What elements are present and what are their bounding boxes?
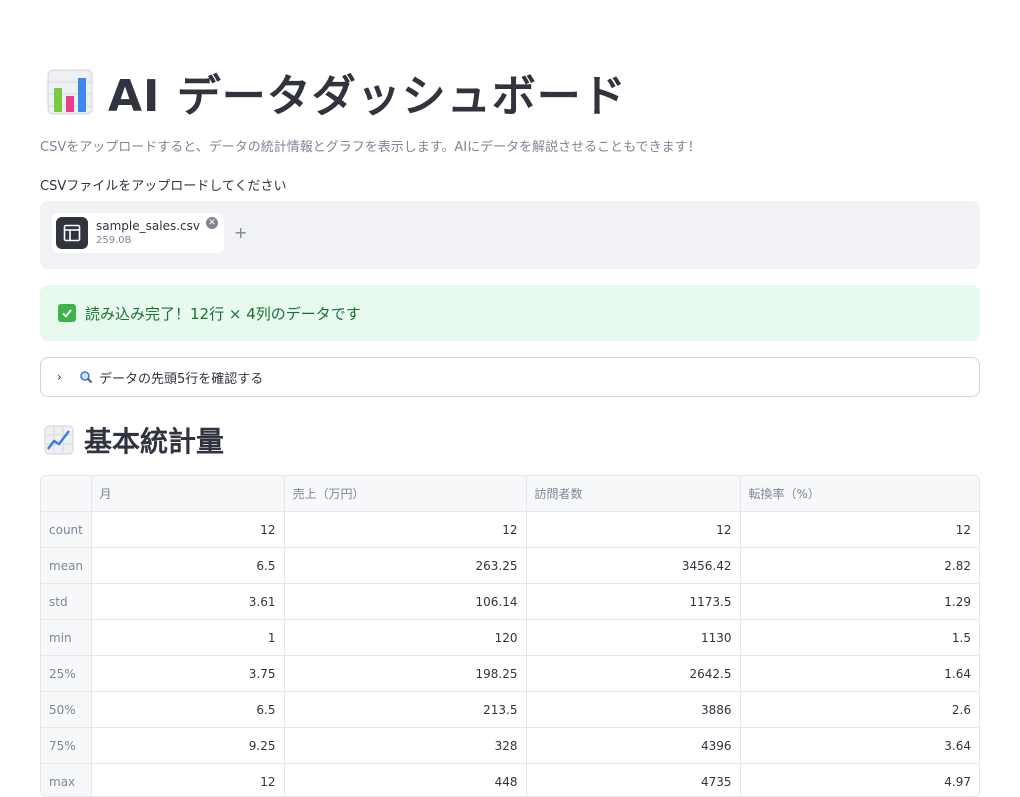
expander-label: データの先頭5行を確認する <box>99 368 263 387</box>
table-cell[interactable]: 120 <box>284 620 526 656</box>
bar-chart-icon <box>46 68 94 116</box>
table-cell[interactable]: 1.5 <box>740 620 979 656</box>
row-label: max <box>41 764 91 797</box>
table-cell[interactable]: 4735 <box>526 764 740 797</box>
stats-table[interactable]: 月 売上（万円） 訪問者数 転換率（%） count 12 12 12 12 m… <box>40 475 980 797</box>
file-uploader-label: CSVファイルをアップロードしてください <box>40 175 286 194</box>
table-cell[interactable]: 1173.5 <box>526 584 740 620</box>
table-cell[interactable]: 1.64 <box>740 656 979 692</box>
table-file-icon <box>56 217 88 249</box>
column-header[interactable]: 転換率（%） <box>740 476 979 512</box>
row-label: std <box>41 584 91 620</box>
table-cell[interactable]: 213.5 <box>284 692 526 728</box>
table-cell[interactable]: 3.61 <box>91 584 284 620</box>
stats-heading-row: 基本統計量 <box>44 420 224 460</box>
table-cell[interactable]: 4396 <box>526 728 740 764</box>
table-cell[interactable]: 2642.5 <box>526 656 740 692</box>
column-header[interactable]: 月 <box>91 476 284 512</box>
table-cell[interactable]: 12 <box>91 764 284 797</box>
table-row: 75% 9.25 328 4396 3.64 <box>41 728 979 764</box>
table-row: min 1 120 1130 1.5 <box>41 620 979 656</box>
table-cell[interactable]: 2.82 <box>740 548 979 584</box>
table-row: mean 6.5 263.25 3456.42 2.82 <box>41 548 979 584</box>
table-cell[interactable]: 12 <box>91 512 284 548</box>
table-row: 50% 6.5 213.5 3886 2.6 <box>41 692 979 728</box>
table-cell[interactable]: 12 <box>284 512 526 548</box>
table-cell[interactable]: 3.75 <box>91 656 284 692</box>
column-header-index <box>41 476 91 512</box>
magnifier-icon <box>79 370 93 384</box>
page-title-row: AI データダッシュボード <box>46 62 627 122</box>
file-dropzone[interactable]: sample_sales.csv 259.0B ✕ + <box>40 201 980 269</box>
row-label: mean <box>41 548 91 584</box>
success-alert: 読み込み完了！12行 × 4列のデータです <box>40 285 980 341</box>
table-cell[interactable]: 1 <box>91 620 284 656</box>
table-cell[interactable]: 12 <box>526 512 740 548</box>
row-label: 75% <box>41 728 91 764</box>
column-header[interactable]: 訪問者数 <box>526 476 740 512</box>
row-label: 50% <box>41 692 91 728</box>
table-cell[interactable]: 3886 <box>526 692 740 728</box>
stats-heading: 基本統計量 <box>84 420 224 460</box>
row-label: 25% <box>41 656 91 692</box>
column-header[interactable]: 売上（万円） <box>284 476 526 512</box>
check-box-icon <box>58 304 76 322</box>
table-cell[interactable]: 263.25 <box>284 548 526 584</box>
table-cell[interactable]: 448 <box>284 764 526 797</box>
row-label: min <box>41 620 91 656</box>
table-cell[interactable]: 2.6 <box>740 692 979 728</box>
table-cell[interactable]: 3.64 <box>740 728 979 764</box>
table-cell[interactable]: 4.97 <box>740 764 979 797</box>
table-cell[interactable]: 9.25 <box>91 728 284 764</box>
page-title: AI データダッシュボード <box>108 60 627 124</box>
table-cell[interactable]: 328 <box>284 728 526 764</box>
table-row: count 12 12 12 12 <box>41 512 979 548</box>
table-cell[interactable]: 12 <box>740 512 979 548</box>
table-cell[interactable]: 1.29 <box>740 584 979 620</box>
success-message: 読み込み完了！12行 × 4列のデータです <box>85 303 361 324</box>
remove-file-icon[interactable]: ✕ <box>206 217 218 229</box>
table-row: 25% 3.75 198.25 2642.5 1.64 <box>41 656 979 692</box>
uploaded-file-chip: sample_sales.csv 259.0B ✕ <box>52 213 224 253</box>
page-caption: CSVをアップロードすると、データの統計情報とグラフを表示します。AIにデータを… <box>40 136 701 155</box>
row-label: count <box>41 512 91 548</box>
uploaded-file-name: sample_sales.csv <box>96 219 200 234</box>
table-cell[interactable]: 106.14 <box>284 584 526 620</box>
data-preview-expander[interactable]: › データの先頭5行を確認する <box>40 357 980 397</box>
add-file-button[interactable]: + <box>234 223 247 243</box>
table-row: max 12 448 4735 4.97 <box>41 764 979 797</box>
table-row: std 3.61 106.14 1173.5 1.29 <box>41 584 979 620</box>
table-cell[interactable]: 198.25 <box>284 656 526 692</box>
chevron-right-icon: › <box>57 370 67 384</box>
table-header-row: 月 売上（万円） 訪問者数 転換率（%） <box>41 476 979 512</box>
table-cell[interactable]: 3456.42 <box>526 548 740 584</box>
table-cell[interactable]: 1130 <box>526 620 740 656</box>
table-cell[interactable]: 6.5 <box>91 692 284 728</box>
line-chart-icon <box>44 425 74 455</box>
uploaded-file-size: 259.0B <box>96 234 200 247</box>
table-cell[interactable]: 6.5 <box>91 548 284 584</box>
